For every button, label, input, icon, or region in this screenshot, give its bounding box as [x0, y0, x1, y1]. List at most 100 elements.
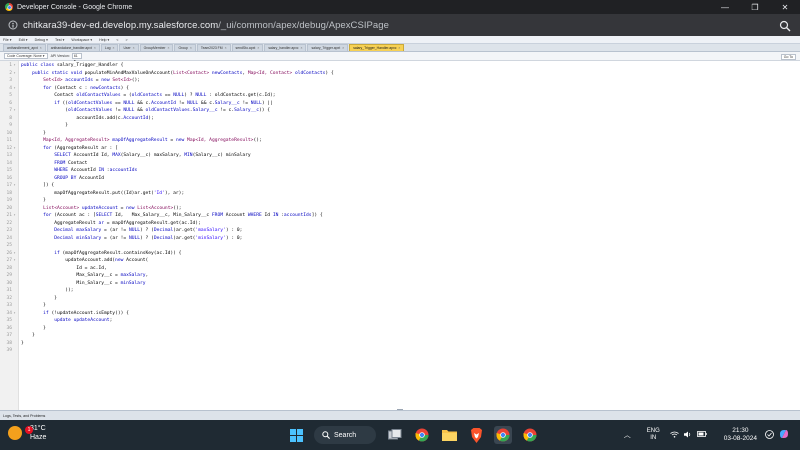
code-line[interactable]: 11 Map<Id, AggregateResult> mapOfAggrega… [0, 137, 800, 145]
code-coverage-select[interactable]: Code Coverage: None ▾ [4, 53, 48, 59]
code-editor[interactable]: 1 ▾ public class salary_Trigger_Handler {2… [0, 61, 800, 410]
code-line[interactable]: 5 Contact oldContactValues = (oldContact… [0, 92, 800, 100]
tab-close-icon[interactable]: × [301, 46, 303, 50]
code-line[interactable]: 9 } [0, 122, 800, 130]
code-line[interactable]: 17 ▾ ]) { [0, 182, 800, 190]
zoom-icon[interactable] [779, 19, 791, 32]
menu-item[interactable]: > [125, 38, 127, 42]
editor-tab[interactable]: User × [119, 44, 139, 51]
editor-tab[interactable]: anthandlement_apxt × [3, 44, 46, 51]
code-line[interactable]: 23 Decimal maxSalary = (ar != NULL) ? (D… [0, 227, 800, 235]
code-line[interactable]: 36 } [0, 325, 800, 333]
system-icons[interactable] [670, 431, 712, 440]
fold-arrow-icon[interactable]: ▾ [14, 212, 16, 220]
url-text[interactable]: chitkara39-dev-ed.develop.my.salesforce.… [23, 20, 389, 31]
tab-close-icon[interactable]: × [167, 46, 169, 50]
editor-tab[interactable]: Log × [100, 44, 119, 51]
taskbar-clock[interactable]: 21:30 03-08-2024 [724, 427, 757, 444]
tab-close-icon[interactable]: × [190, 46, 192, 50]
windows-start-icon[interactable] [287, 426, 305, 444]
menu-item[interactable]: Edit ▾ [19, 38, 28, 42]
code-line[interactable]: 28 Id = ac.Id, [0, 265, 800, 273]
tab-close-icon[interactable]: × [133, 46, 135, 50]
fold-arrow-icon[interactable]: ▾ [14, 257, 16, 265]
code-line[interactable]: 25 [0, 242, 800, 250]
tab-close-icon[interactable]: × [94, 46, 96, 50]
editor-tab[interactable]: anthandalone_trandler.apxt × [46, 44, 100, 51]
menu-item[interactable]: Workspace ▾ [71, 38, 92, 42]
code-line[interactable]: 39 [0, 347, 800, 355]
fold-arrow-icon[interactable]: ▾ [14, 107, 16, 115]
editor-tab[interactable]: Team2023 FM × [196, 44, 231, 51]
tab-close-icon[interactable]: × [225, 46, 227, 50]
tab-close-icon[interactable]: × [257, 46, 259, 50]
code-line[interactable]: 35 update updateAccount; [0, 317, 800, 325]
code-line[interactable]: 18 mapOfAggregateResult.put((Id)ar.get('… [0, 190, 800, 198]
code-line[interactable]: 32 } [0, 295, 800, 303]
weather-widget[interactable]: 1 31°C Haze [8, 424, 46, 442]
code-line[interactable]: 12 ▾ for (AggregateResult ar : [ [0, 145, 800, 153]
editor-tab[interactable]: sendSto.apxt × [231, 44, 264, 51]
site-info-icon[interactable] [8, 20, 18, 30]
code-line[interactable]: 38} [0, 340, 800, 348]
logs-panel-header[interactable]: Logs, Tests, and Problems [0, 410, 800, 420]
code-line[interactable]: 4 ▾ for (Contact c : newContacts) { [0, 85, 800, 93]
fold-arrow-icon[interactable]: ▾ [14, 70, 16, 78]
fold-arrow-icon[interactable]: ▾ [14, 310, 16, 318]
chrome-active-icon[interactable] [494, 426, 512, 444]
menu-item[interactable]: File ▾ [3, 38, 12, 42]
taskbar-search[interactable]: Search [314, 426, 376, 444]
menu-item[interactable]: < [116, 38, 118, 42]
tab-close-icon[interactable]: × [398, 46, 400, 50]
code-line[interactable]: 1 ▾ public class salary_Trigger_Handler { [0, 62, 800, 70]
tab-close-icon[interactable]: × [112, 46, 114, 50]
code-line[interactable]: 37 } [0, 332, 800, 340]
editor-tab[interactable]: Group × [174, 44, 196, 51]
code-line[interactable]: 33 } [0, 302, 800, 310]
fold-arrow-icon[interactable]: ▾ [14, 182, 16, 190]
brave-browser-icon[interactable] [467, 426, 485, 444]
api-version-select[interactable]: 61 ▾ [71, 53, 82, 63]
chrome-taskbar-icon[interactable] [413, 426, 431, 444]
code-line[interactable]: 34 ▾ if (!updateAccount.isEmpty()) { [0, 310, 800, 318]
close-button[interactable]: ✕ [770, 0, 800, 14]
fold-arrow-icon[interactable]: ▾ [14, 145, 16, 153]
copilot-icon[interactable] [765, 429, 774, 441]
tab-close-icon[interactable]: × [40, 46, 42, 50]
code-line[interactable]: 2 ▾ public static void populateMinAndMaxV… [0, 70, 800, 78]
code-line[interactable]: 8 accountIds.add(c.AccountId); [0, 115, 800, 123]
code-line[interactable]: 29 Max_Salary__c = maxSalary, [0, 272, 800, 280]
menu-item[interactable]: Help ▾ [99, 38, 109, 42]
code-line[interactable]: 26 ▾ if (mapOfAggregateResult.containsKey… [0, 250, 800, 258]
code-line[interactable]: 13 SELECT AccountId Id, MAX(Salary__c) m… [0, 152, 800, 160]
code-line[interactable]: 10 } [0, 130, 800, 138]
chrome-profile-icon[interactable] [521, 426, 539, 444]
code-line[interactable]: 19 } [0, 197, 800, 205]
menu-item[interactable]: Test ▾ [55, 38, 64, 42]
menu-item[interactable]: Debug ▾ [35, 38, 48, 42]
goto-button[interactable]: Go To [780, 53, 796, 60]
task-view-icon[interactable] [386, 426, 404, 444]
editor-tab[interactable]: salary_Trigger.apxt × [307, 44, 349, 51]
code-line[interactable]: 31 )); [0, 287, 800, 295]
minimize-button[interactable]: — [710, 0, 740, 14]
address-bar[interactable]: chitkara39-dev-ed.develop.my.salesforce.… [0, 14, 800, 36]
code-line[interactable]: 3 Set<Id> accountIds = new Set<Id>(); [0, 77, 800, 85]
tab-close-icon[interactable]: × [342, 46, 344, 50]
code-line[interactable]: 16 GROUP BY AccountId [0, 175, 800, 183]
code-line[interactable]: 22 AggregateResult ar = mapOfAggregateRe… [0, 220, 800, 228]
code-line[interactable]: 20 List<Account> updateAccount = new Lis… [0, 205, 800, 213]
code-line[interactable]: 30 Min_Salary__c = minSalary [0, 280, 800, 288]
editor-tab[interactable]: GroupMember × [139, 44, 174, 51]
fold-arrow-icon[interactable]: ▾ [14, 250, 16, 258]
code-line[interactable]: 21 ▾ for (Account ac : [SELECT Id, Max_Sa… [0, 212, 800, 220]
code-line[interactable]: 6 if ((oldContactValues == NULL && c.Acc… [0, 100, 800, 108]
show-hidden-icons-button[interactable]: ︿ [624, 430, 631, 440]
active-editor-tab[interactable]: salary_Trigger_Handler.apxc × [349, 44, 405, 51]
code-line[interactable]: 15 WHERE AccountId IN :accountIds [0, 167, 800, 175]
fold-arrow-icon[interactable]: ▾ [14, 85, 16, 93]
code-line[interactable]: 7 ▾ (oldContactValues != NULL && oldConta… [0, 107, 800, 115]
fold-arrow-icon[interactable]: ▾ [14, 62, 16, 70]
code-line[interactable]: 14 FROM Contact [0, 160, 800, 168]
editor-tab[interactable]: salary_handler.apxc × [264, 44, 307, 51]
